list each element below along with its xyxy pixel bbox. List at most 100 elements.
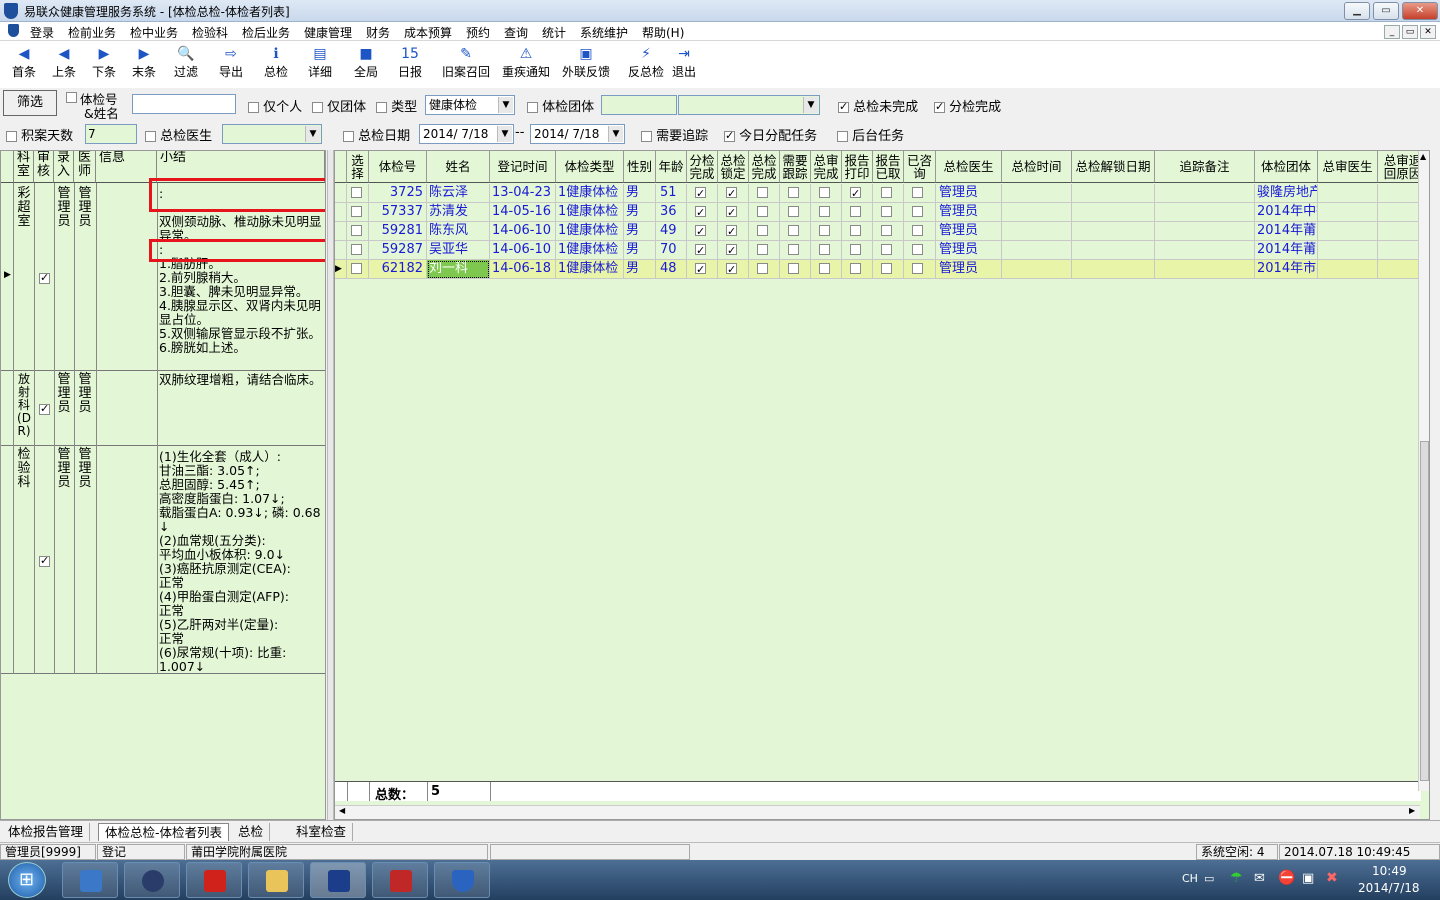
toolbar-button[interactable]: ▣ 外联反馈 — [556, 43, 616, 85]
taskbar-app-explorer[interactable] — [248, 862, 304, 898]
mdi-close-button[interactable]: ✕ — [1420, 25, 1436, 39]
flag-checkbox[interactable] — [726, 185, 737, 202]
maximize-button[interactable]: ▭ — [1373, 2, 1399, 20]
empty-cell[interactable] — [1155, 184, 1255, 203]
toolbar-button[interactable]: ✎ 旧案召回 — [436, 43, 496, 85]
grid-header-cell[interactable]: 总检解锁日期 — [1072, 151, 1155, 183]
toolbar-button[interactable]: 15 日报 — [388, 43, 432, 85]
table-row[interactable]: 3725陈云泽13-04-231健康体检男51 管理员 骏隆房地产 — [335, 184, 1428, 203]
clock-date[interactable]: 2014/7/18 — [1358, 881, 1420, 895]
dept-row[interactable]: 检验科 管理员 管理员 (1)生化全套（成人）: 甘油三酯: 3.05↑; 总胆… — [1, 446, 325, 674]
flag-cell[interactable] — [842, 184, 873, 203]
archive-days-checkbox[interactable] — [6, 131, 17, 142]
select-cell[interactable] — [347, 241, 369, 260]
grid-header-cell[interactable]: 体检类型 — [556, 151, 624, 183]
grid-header-cell[interactable]: 总审完成 — [811, 151, 842, 183]
toolbar-button[interactable]: ⇨ 导出 — [209, 43, 253, 85]
background-tasks-checkbox[interactable] — [837, 131, 848, 142]
grid-header-cell[interactable]: 总审医生 — [1318, 151, 1378, 183]
flag-cell[interactable] — [873, 241, 904, 260]
exam-group-select[interactable]: ▼ — [678, 95, 820, 115]
flag-cell[interactable] — [687, 203, 718, 222]
menu-appointment[interactable]: 预约 — [466, 24, 490, 41]
table-row[interactable]: ▶ 62182刘一科14-06-181健康体检男48 管理员 2014年市县 — [335, 260, 1428, 279]
age-cell[interactable]: 51 — [656, 184, 687, 203]
flag-cell[interactable] — [811, 184, 842, 203]
group-cell[interactable]: 骏隆房地产 — [1255, 184, 1318, 203]
toolbar-button[interactable]: ℹ 总检 — [254, 43, 298, 85]
flag-cell[interactable] — [687, 241, 718, 260]
summary-text[interactable]: (1)生化全套（成人）: 甘油三酯: 3.05↑; 总胆固醇: 5.45↑; 高… — [159, 450, 325, 672]
reviewer-cell[interactable] — [1318, 222, 1378, 241]
age-cell[interactable]: 70 — [656, 241, 687, 260]
empty-cell[interactable] — [1072, 260, 1155, 279]
archive-days-input[interactable]: 7 — [85, 124, 137, 144]
table-row[interactable]: 59281陈东风14-06-101健康体检男49 管理员 2014年莆田 — [335, 222, 1428, 241]
network-tray-icon[interactable]: ▣ — [1302, 871, 1314, 886]
flag-checkbox[interactable] — [912, 244, 923, 255]
minimize-button[interactable]: ▁ — [1344, 2, 1370, 20]
reviewer-cell[interactable] — [1318, 241, 1378, 260]
menu-in-exam[interactable]: 检中业务 — [130, 24, 178, 41]
name-cell[interactable]: 吴亚华 — [427, 241, 490, 260]
flag-checkbox[interactable] — [726, 204, 737, 221]
flag-cell[interactable] — [718, 241, 749, 260]
start-button[interactable]: ⊞ — [8, 862, 46, 898]
flag-cell[interactable] — [842, 203, 873, 222]
empty-cell[interactable] — [1072, 222, 1155, 241]
flag-cell[interactable] — [904, 241, 936, 260]
empty-cell[interactable] — [1155, 260, 1255, 279]
flag-checkbox[interactable] — [850, 244, 861, 255]
type-select[interactable]: 健康体检 ▼ — [425, 95, 515, 115]
age-cell[interactable]: 49 — [656, 222, 687, 241]
exam-type-cell[interactable]: 1健康体检 — [556, 203, 624, 222]
flag-cell[interactable] — [904, 260, 936, 279]
taskbar-app-health[interactable] — [434, 862, 490, 898]
flag-checkbox[interactable] — [850, 206, 861, 217]
flag-checkbox[interactable] — [757, 263, 768, 274]
flag-cell[interactable] — [873, 203, 904, 222]
toolbar-button[interactable]: ▶ 末条 — [122, 43, 166, 85]
exam-no-cell[interactable]: 62182 — [369, 260, 427, 279]
scroll-thumb[interactable] — [1420, 441, 1429, 781]
sex-cell[interactable]: 男 — [624, 203, 656, 222]
flag-checkbox[interactable] — [912, 206, 923, 217]
toolbar-button[interactable]: 🔍 过滤 — [164, 43, 208, 85]
menu-post-exam[interactable]: 检后业务 — [242, 24, 290, 41]
menu-stats[interactable]: 统计 — [542, 24, 566, 41]
grid-header-cell[interactable]: 追踪备注 — [1155, 151, 1255, 183]
exam-no-cell[interactable]: 59281 — [369, 222, 427, 241]
flag-cell[interactable] — [749, 241, 780, 260]
flag-checkbox[interactable] — [695, 261, 706, 278]
table-row[interactable]: 57337苏清发14-05-161健康体检男36 管理员 2014年中行 — [335, 203, 1428, 222]
group-cell[interactable]: 2014年莆田 — [1255, 222, 1318, 241]
grid-header-cell[interactable]: 总检医生 — [936, 151, 1002, 183]
menu-budget[interactable]: 成本预算 — [404, 24, 452, 41]
tab-report-mgmt[interactable]: 体检报告管理 — [2, 823, 91, 841]
name-cell[interactable]: 陈云泽 — [427, 184, 490, 203]
close-button[interactable]: ✕ — [1402, 2, 1438, 20]
mdi-minimize-button[interactable]: _ — [1384, 25, 1400, 39]
flag-cell[interactable] — [718, 222, 749, 241]
grid-header-cell[interactable]: 体检号 — [369, 151, 427, 183]
toolbar-button[interactable]: ⇥ 退出 — [662, 43, 706, 85]
panel-splitter[interactable] — [327, 150, 334, 820]
name-cell[interactable]: 苏清发 — [427, 203, 490, 222]
flag-checkbox[interactable] — [912, 263, 923, 274]
flag-checkbox[interactable] — [695, 242, 706, 259]
filter-button[interactable]: 筛选 — [3, 90, 57, 116]
menu-login[interactable]: 登录 — [30, 24, 54, 41]
review-checkbox[interactable] — [39, 271, 50, 284]
taskbar-app-remote[interactable] — [372, 862, 428, 898]
doctor-select[interactable]: ▼ — [222, 124, 322, 144]
toolbar-button[interactable]: ◀ 上条 — [42, 43, 86, 85]
flag-checkbox[interactable] — [695, 204, 706, 221]
horizontal-scrollbar[interactable]: ◀ ▶ — [335, 805, 1420, 819]
mdi-restore-button[interactable]: ▭ — [1402, 25, 1418, 39]
language-indicator[interactable]: CH — [1182, 872, 1198, 885]
flag-checkbox[interactable] — [757, 187, 768, 198]
type-checkbox[interactable] — [376, 102, 387, 113]
grid-header-cell[interactable]: 已咨询 — [904, 151, 936, 183]
flag-cell[interactable] — [842, 222, 873, 241]
sex-cell[interactable]: 男 — [624, 260, 656, 279]
